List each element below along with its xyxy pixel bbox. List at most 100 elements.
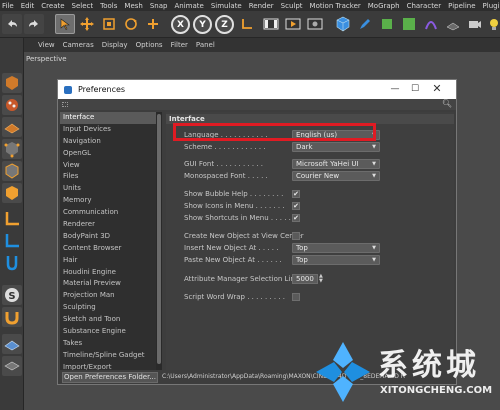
viewport-menu-panel[interactable]: Panel <box>196 41 215 49</box>
gui-font-dropdown[interactable]: Microsoft YaHei UI ▼ <box>292 159 380 169</box>
menu-edit[interactable]: Edit <box>21 2 35 10</box>
menu-create[interactable]: Create <box>41 2 64 10</box>
menu-animate[interactable]: Animate <box>174 2 203 10</box>
grid-icon[interactable] <box>2 334 22 354</box>
model-mode-icon[interactable] <box>2 73 22 93</box>
solo-icon[interactable]: S <box>2 285 22 305</box>
tree-item-bodypaint-3d[interactable]: BodyPaint 3D <box>60 231 156 243</box>
undo-icon[interactable] <box>2 14 22 34</box>
search-icon[interactable]: 🔍︎ <box>442 99 452 108</box>
menu-snap[interactable]: Snap <box>150 2 168 10</box>
redo-icon[interactable] <box>24 14 44 34</box>
dialog-title-bar[interactable]: Preferences — ☐ ✕ <box>58 80 456 99</box>
tree-item-navigation[interactable]: Navigation <box>60 136 156 148</box>
cube-icon[interactable] <box>333 14 353 34</box>
viewport-menu-options[interactable]: Options <box>136 41 163 49</box>
camera-icon[interactable] <box>465 14 485 34</box>
menu-tools[interactable]: Tools <box>100 2 117 10</box>
create-center-checkbox[interactable] <box>292 232 300 240</box>
menu-sculpt[interactable]: Sculpt <box>281 2 303 10</box>
scheme-dropdown[interactable]: Dark ▼ <box>292 142 380 152</box>
texture-mode-icon[interactable] <box>2 95 22 115</box>
tree-item-substance-engine[interactable]: Substance Engine <box>60 326 156 338</box>
scale-icon[interactable] <box>99 14 119 34</box>
workplane-icon[interactable] <box>2 117 22 137</box>
tree-item-import-export[interactable]: Import/Export <box>60 362 156 370</box>
paste-new-dropdown[interactable]: Top ▼ <box>292 255 380 265</box>
mono-font-dropdown[interactable]: Courier New ▼ <box>292 171 380 181</box>
viewport-menu-filter[interactable]: Filter <box>171 41 188 49</box>
tree-item-interface[interactable]: Interface <box>60 112 156 124</box>
menu-plugins[interactable]: Plugins <box>483 2 500 10</box>
viewport-menu-cameras[interactable]: Cameras <box>63 41 94 49</box>
maximize-icon[interactable]: ☐ <box>408 83 422 95</box>
render-settings-icon[interactable] <box>305 14 325 34</box>
layers-icon[interactable] <box>2 356 22 376</box>
tree-item-renderer[interactable]: Renderer <box>60 219 156 231</box>
tree-item-input-devices[interactable]: Input Devices <box>60 124 156 136</box>
polygons-mode-icon[interactable] <box>2 183 22 203</box>
tree-item-communication[interactable]: Communication <box>60 207 156 219</box>
insert-new-dropdown[interactable]: Top ▼ <box>292 243 380 253</box>
tree-scrollbar-thumb[interactable] <box>157 114 161 364</box>
axis-y-toggle[interactable]: Y <box>193 15 212 34</box>
menu-mesh[interactable]: Mesh <box>124 2 142 10</box>
bubble-help-checkbox[interactable]: ✔ <box>292 190 300 198</box>
attr-limit-input[interactable]: 5000 <box>292 274 318 284</box>
tree-item-content-browser[interactable]: Content Browser <box>60 243 156 255</box>
shortcuts-menu-checkbox[interactable]: ✔ <box>292 214 300 222</box>
axis-z-toggle[interactable]: Z <box>215 15 234 34</box>
axis-x-toggle[interactable]: X <box>171 15 190 34</box>
tree-scrollbar[interactable] <box>156 112 162 370</box>
array-icon[interactable] <box>399 14 419 34</box>
subdivision-icon[interactable] <box>377 14 397 34</box>
tree-item-sketch-and-toon[interactable]: Sketch and Toon <box>60 314 156 326</box>
move-icon[interactable] <box>77 14 97 34</box>
points-mode-icon[interactable] <box>2 139 22 159</box>
viewport-menu-view[interactable]: View <box>38 41 55 49</box>
axis-mode-icon[interactable] <box>2 209 22 229</box>
close-icon[interactable]: ✕ <box>430 83 444 95</box>
edges-mode-icon[interactable] <box>2 161 22 181</box>
script-wrap-checkbox[interactable] <box>292 293 300 301</box>
tree-item-opengl[interactable]: OpenGL <box>60 148 156 160</box>
menu-character[interactable]: Character <box>407 2 442 10</box>
viewport-menu-display[interactable]: Display <box>102 41 128 49</box>
tree-item-hair[interactable]: Hair <box>60 255 156 267</box>
floor-icon[interactable] <box>443 14 463 34</box>
magnet-icon[interactable] <box>2 307 22 327</box>
tweak-mode-icon[interactable] <box>2 231 22 251</box>
menu-render[interactable]: Render <box>249 2 274 10</box>
pen-icon[interactable] <box>355 14 375 34</box>
render-icon[interactable] <box>283 14 303 34</box>
menu-motion-tracker[interactable]: Motion Tracker <box>310 2 361 10</box>
add-icon[interactable] <box>143 14 163 34</box>
menu-select[interactable]: Select <box>72 2 94 10</box>
minimize-icon[interactable]: — <box>388 83 402 95</box>
light-icon[interactable] <box>484 14 500 34</box>
open-preferences-folder-button[interactable]: Open Preferences Folder... <box>62 372 158 383</box>
icons-menu-checkbox[interactable]: ✔ <box>292 202 300 210</box>
tree-item-projection-man[interactable]: Projection Man <box>60 290 156 302</box>
select-icon[interactable] <box>55 14 75 34</box>
tree-item-material-preview[interactable]: Material Preview <box>60 278 156 290</box>
rotate-icon[interactable] <box>121 14 141 34</box>
tree-item-sculpting[interactable]: Sculpting <box>60 302 156 314</box>
render-view-icon[interactable] <box>261 14 281 34</box>
coordinate-icon[interactable] <box>237 14 257 34</box>
scheme-label: Scheme . . . . . . . . . . . . <box>184 143 266 151</box>
tree-item-memory[interactable]: Memory <box>60 195 156 207</box>
attr-limit-stepper[interactable]: ▲ ▼ <box>319 274 325 284</box>
tree-item-units[interactable]: Units <box>60 183 156 195</box>
tree-item-files[interactable]: Files <box>60 171 156 183</box>
menu-file[interactable]: File <box>2 2 14 10</box>
menu-simulate[interactable]: Simulate <box>211 2 242 10</box>
tree-item-houdini-engine[interactable]: Houdini Engine <box>60 267 156 279</box>
tree-item-view[interactable]: View <box>60 160 156 172</box>
menu-pipeline[interactable]: Pipeline <box>448 2 475 10</box>
menu-mograph[interactable]: MoGraph <box>368 2 400 10</box>
snap-icon[interactable] <box>2 253 22 273</box>
deformer-icon[interactable] <box>421 14 441 34</box>
tree-item-takes[interactable]: Takes <box>60 338 156 350</box>
tree-item-timeline-spline-gadget[interactable]: Timeline/Spline Gadget <box>60 350 156 362</box>
